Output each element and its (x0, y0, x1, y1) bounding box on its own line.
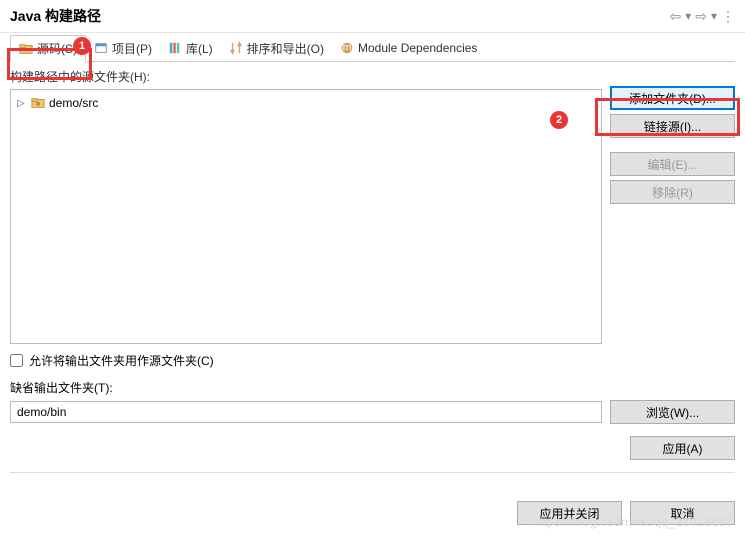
expand-icon[interactable]: ▷ (17, 98, 27, 109)
browse-button[interactable]: 浏览(W)... (610, 400, 735, 424)
output-row: 浏览(W)... (10, 400, 735, 424)
source-folder-icon (19, 42, 33, 56)
tab-libraries-label: 库(L) (186, 40, 213, 57)
tab-libraries[interactable]: 库(L) (160, 35, 221, 61)
separator (10, 472, 735, 473)
tab-bar: 源码(S) 项目(P) 库(L) 排序和导出(O) m Module Depen… (10, 35, 735, 62)
allow-output-checkbox[interactable] (10, 354, 23, 367)
tab-projects-label: 项目(P) (112, 40, 152, 57)
add-folder-button[interactable]: 添加文件夹(D)... (610, 86, 735, 110)
tab-source[interactable]: 源码(S) (10, 35, 86, 62)
tree-item[interactable]: ▷ demo/src (15, 94, 597, 112)
apply-button[interactable]: 应用(A) (630, 436, 735, 460)
remove-button: 移除(R) (610, 180, 735, 204)
default-output-input[interactable] (10, 401, 602, 423)
svg-text:m: m (343, 42, 352, 54)
library-icon (168, 41, 182, 55)
source-folders-label: 构建路径中的源文件夹(H): (10, 68, 602, 85)
source-row: 构建路径中的源文件夹(H): ▷ demo/src 添加文件夹(D)... 链接… (10, 68, 735, 344)
source-tree[interactable]: ▷ demo/src (10, 89, 602, 344)
tab-content: 构建路径中的源文件夹(H): ▷ demo/src 添加文件夹(D)... 链接… (0, 62, 745, 493)
apply-close-button[interactable]: 应用并关闭 (517, 501, 622, 525)
cancel-button[interactable]: 取消 (630, 501, 735, 525)
dialog-footer: 应用并关闭 取消 (0, 493, 745, 539)
java-build-path-dialog: Java 构建路径 ⇦ ▾ ⇨ ▾ ⋮ 源码(S) 项目(P) 库(L) (0, 0, 745, 539)
tree-item-label: demo/src (49, 96, 98, 110)
allow-output-checkbox-row: 允许将输出文件夹用作源文件夹(C) (10, 352, 735, 369)
tab-order[interactable]: 排序和导出(O) (221, 35, 332, 61)
menu-dots-icon[interactable]: ⋮ (721, 8, 735, 25)
order-icon (229, 41, 243, 55)
apply-row: 应用(A) (10, 436, 735, 460)
tab-projects[interactable]: 项目(P) (86, 35, 160, 61)
tab-order-label: 排序和导出(O) (247, 40, 324, 57)
back-arrow-icon[interactable]: ⇦ (669, 8, 681, 25)
allow-output-label: 允许将输出文件夹用作源文件夹(C) (29, 352, 214, 369)
tab-source-label: 源码(S) (37, 40, 77, 57)
dialog-header: Java 构建路径 ⇦ ▾ ⇨ ▾ ⋮ (0, 0, 745, 33)
nav-sep2: ▾ (711, 9, 717, 23)
link-source-button[interactable]: 链接源(I)... (610, 114, 735, 138)
project-icon (94, 41, 108, 55)
spacer (610, 142, 735, 148)
package-folder-icon (31, 96, 45, 110)
header-nav: ⇦ ▾ ⇨ ▾ ⋮ (669, 8, 735, 25)
module-icon: m (340, 41, 354, 55)
nav-sep: ▾ (685, 9, 691, 23)
tab-modules[interactable]: m Module Dependencies (332, 35, 485, 61)
tab-modules-label: Module Dependencies (358, 41, 477, 55)
forward-arrow-icon[interactable]: ⇨ (695, 8, 707, 25)
source-buttons: 添加文件夹(D)... 链接源(I)... 编辑(E)... 移除(R) (610, 68, 735, 344)
dialog-title: Java 构建路径 (10, 6, 101, 26)
source-left-col: 构建路径中的源文件夹(H): ▷ demo/src (10, 68, 602, 344)
default-output-label: 缺省输出文件夹(T): (10, 379, 735, 396)
edit-button: 编辑(E)... (610, 152, 735, 176)
